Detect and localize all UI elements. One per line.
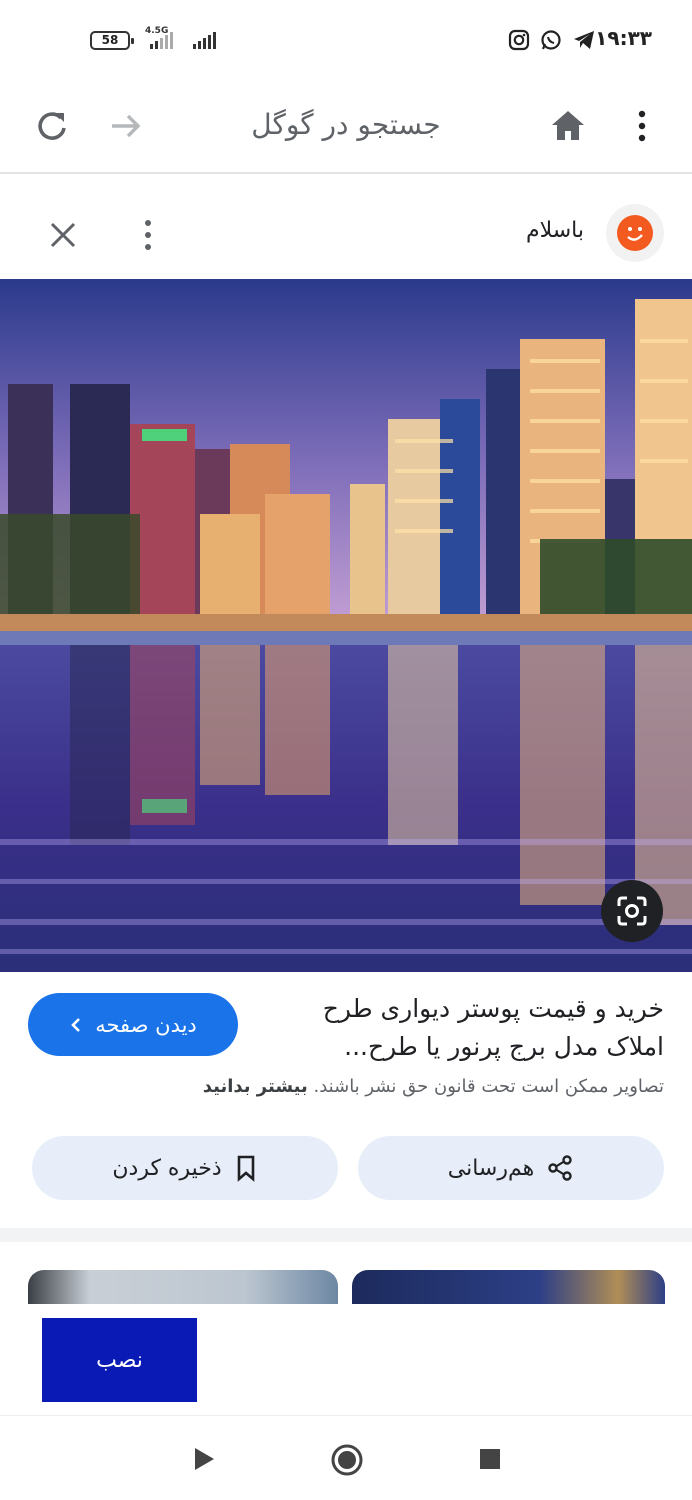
browser-toolbar: جستجو در گوگل [0, 80, 692, 174]
chevron-left-icon [71, 1017, 81, 1032]
visit-page-label: دیدن صفحه [95, 1012, 197, 1037]
save-label: ذخیره کردن [112, 1155, 222, 1181]
search-title[interactable]: جستجو در گوگل [0, 108, 692, 141]
telegram-icon [574, 31, 594, 49]
home-icon[interactable] [549, 107, 587, 145]
instagram-icon [508, 29, 530, 51]
signal-icon-2 [193, 31, 216, 49]
save-button[interactable]: ذخیره کردن [32, 1136, 338, 1200]
share-button[interactable]: هم‌رسانی [358, 1136, 664, 1200]
result-caption[interactable]: خرید و قیمت پوستر دیواری طرح املاک مدل ب… [284, 990, 664, 1066]
system-nav-bar [0, 1416, 692, 1500]
section-divider [0, 1228, 692, 1242]
recents-icon[interactable] [478, 1447, 502, 1471]
site-logo-icon [617, 215, 653, 251]
home-nav-icon[interactable] [330, 1443, 364, 1477]
more-options-icon[interactable] [138, 218, 158, 252]
close-icon[interactable] [48, 220, 78, 250]
share-label: هم‌رسانی [447, 1155, 535, 1181]
signal-icon [150, 31, 173, 49]
site-name[interactable]: باسلام [526, 218, 584, 243]
related-image-2[interactable] [352, 1270, 665, 1304]
install-button[interactable]: نصب [42, 1318, 197, 1402]
lens-icon [617, 896, 647, 926]
learn-more-link[interactable]: بیشتر بدانید [203, 1076, 308, 1097]
more-icon[interactable] [630, 108, 654, 144]
battery-indicator: 58 [90, 31, 134, 50]
status-bar: 58 4.5G ۱۹:۳۳ [0, 0, 692, 80]
result-header: باسلام [0, 176, 692, 278]
notification-icons [508, 29, 596, 51]
visit-page-button[interactable]: دیدن صفحه [28, 993, 238, 1056]
bookmark-icon [237, 1155, 254, 1182]
share-icon [548, 1155, 572, 1181]
copyright-text: تصاویر ممکن است تحت قانون حق نشر باشند. [313, 1076, 664, 1097]
whatsapp-icon [541, 30, 561, 50]
back-icon[interactable] [192, 1446, 216, 1472]
related-image-1[interactable] [28, 1270, 338, 1304]
install-banner: نصب [0, 1304, 692, 1416]
copyright-notice: تصاویر ممکن است تحت قانون حق نشر باشند. … [24, 1076, 664, 1097]
clock: ۱۹:۳۳ [595, 26, 652, 50]
lens-search-button[interactable] [601, 880, 663, 942]
result-image[interactable] [0, 279, 692, 972]
site-avatar[interactable] [606, 204, 664, 262]
